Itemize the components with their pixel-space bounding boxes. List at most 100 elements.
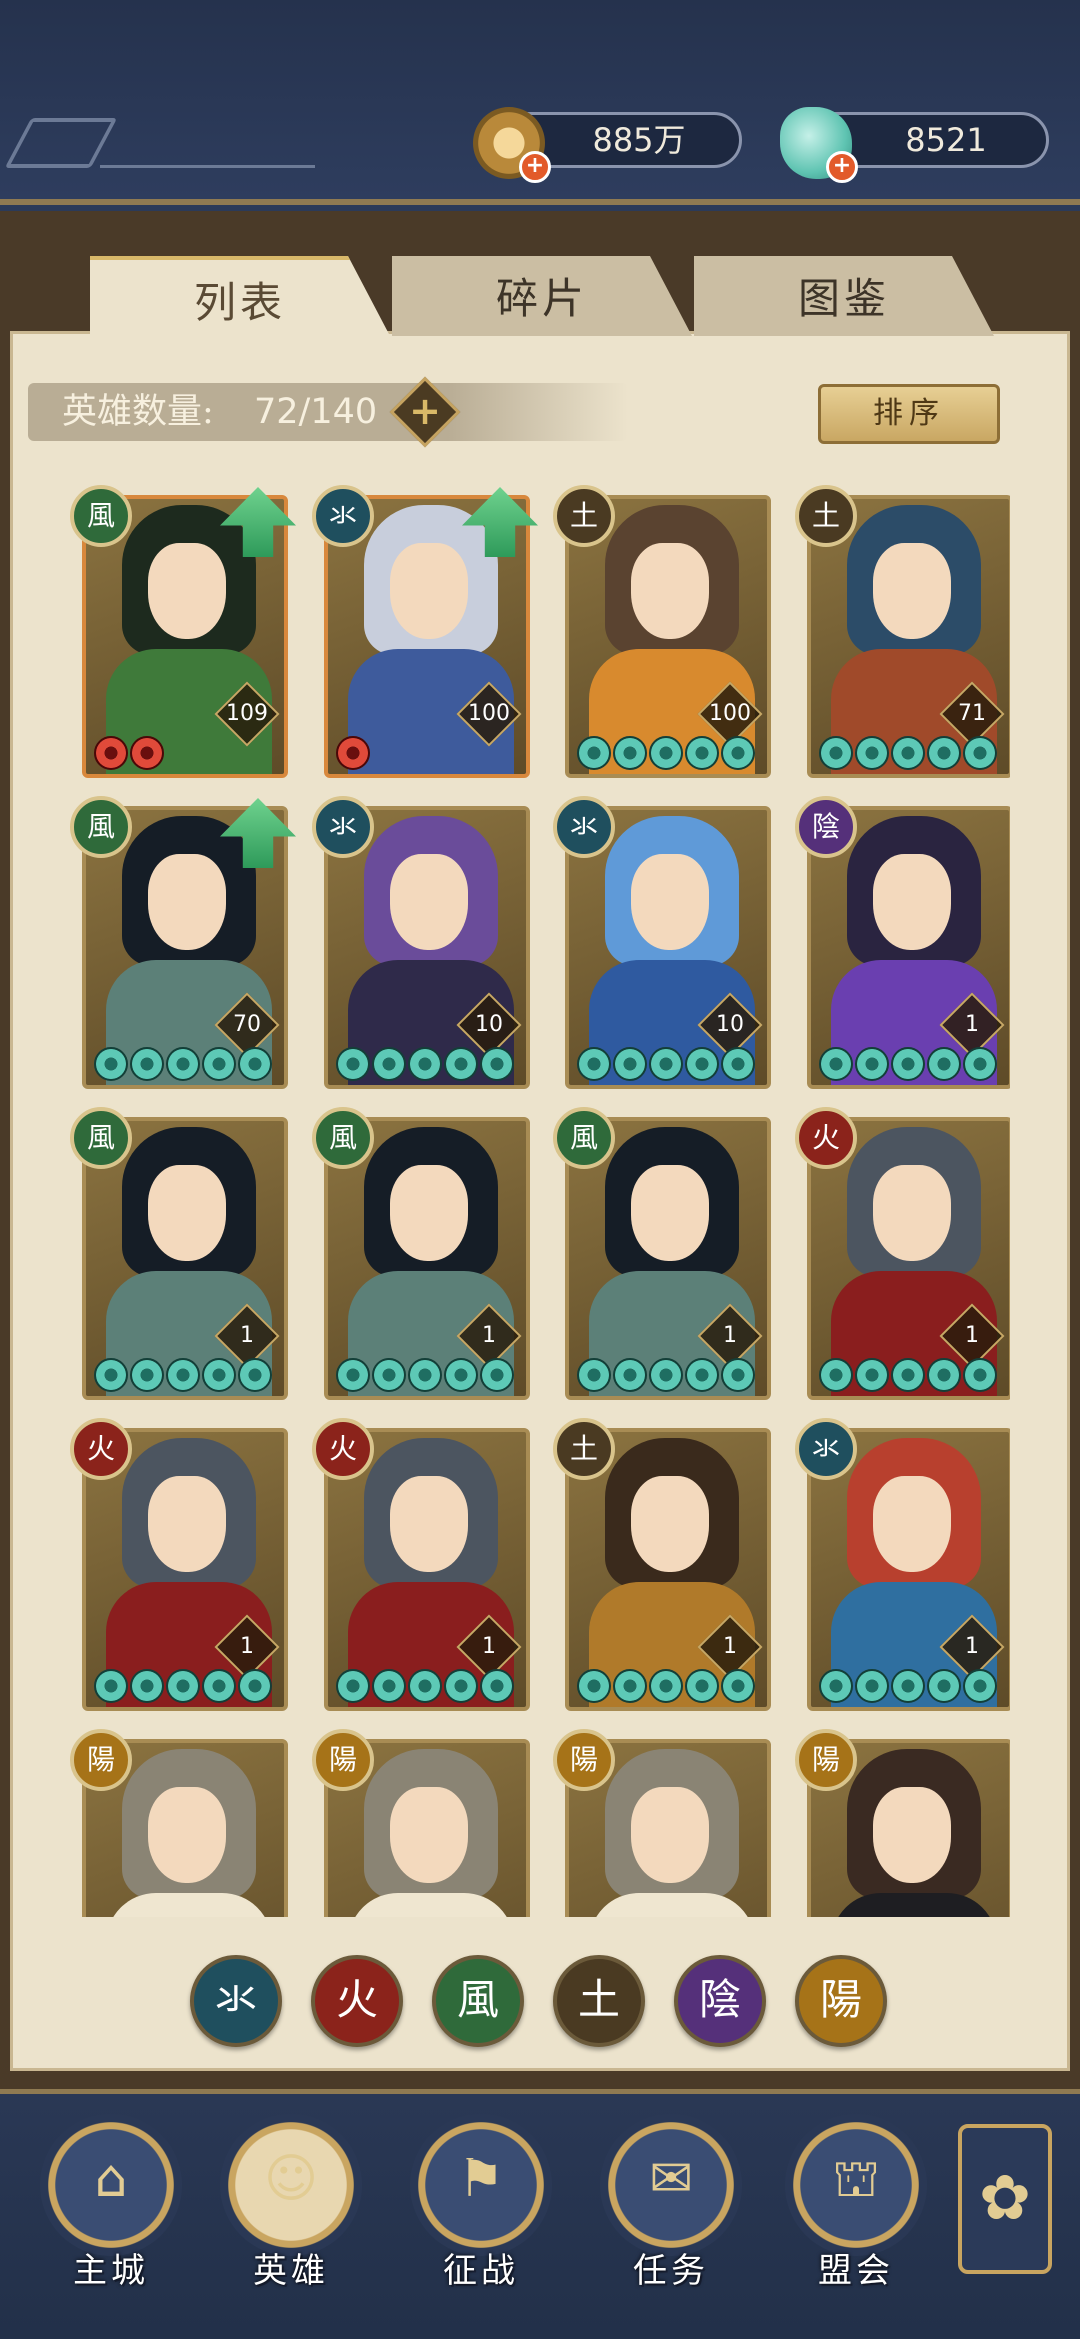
star-bead-icon <box>336 736 370 770</box>
star-bead-icon <box>238 1358 272 1392</box>
filter-wind-button[interactable]: 風 <box>432 1955 524 2047</box>
nav-hero-portrait[interactable]: ☺ 英雄 <box>216 2114 366 2314</box>
element-wind-icon: 風 <box>70 796 132 858</box>
nav-icon-frame: ⛫ <box>785 2114 927 2256</box>
hero-face <box>631 1476 709 1572</box>
star-bead-icon <box>130 1358 164 1392</box>
more-menu-button[interactable]: ✿ <box>958 2124 1052 2274</box>
hero-face <box>148 543 226 639</box>
hero-level: 1 <box>240 1634 254 1659</box>
star-bead-icon <box>819 1047 853 1081</box>
star-bead-icon <box>480 1358 514 1392</box>
element-earth-icon: 土 <box>795 485 857 547</box>
hero-star-rating <box>577 1669 767 1703</box>
star-bead-icon <box>855 1047 889 1081</box>
star-bead-icon <box>649 1358 683 1392</box>
star-bead-icon <box>202 1669 236 1703</box>
star-bead-icon <box>685 1358 719 1392</box>
hero-count-value: 72/140 <box>254 392 378 432</box>
nav-city-gate[interactable]: ⌂ 主城 <box>36 2114 186 2314</box>
hero-level: 1 <box>482 1323 496 1348</box>
top-bar: + 885万 + 8521 <box>0 0 1080 205</box>
hero-level: 1 <box>965 1012 979 1037</box>
star-bead-icon <box>855 1358 889 1392</box>
hero-level: 109 <box>226 701 268 726</box>
hero-level: 10 <box>716 1012 744 1037</box>
star-bead-icon <box>819 736 853 770</box>
hero-face <box>873 1787 951 1883</box>
flower-knot-icon: ✿ <box>979 2161 1031 2234</box>
star-bead-icon <box>721 1047 755 1081</box>
scroll-icon: ✉ <box>649 2149 693 2209</box>
element-wind-icon: 風 <box>70 485 132 547</box>
decorative-knot-icon <box>4 118 118 168</box>
filter-yin-button[interactable]: 陰 <box>674 1955 766 2047</box>
star-bead-icon <box>130 736 164 770</box>
hero-outfit <box>106 1893 272 1917</box>
hero-face <box>631 543 709 639</box>
element-water-icon: 氺 <box>553 796 615 858</box>
filter-water-button[interactable]: 氺 <box>190 1955 282 2047</box>
alliance-hall-icon: ⛫ <box>832 2149 880 2209</box>
nav-label: 征战 <box>443 2251 519 2291</box>
jade-currency[interactable]: + 8521 <box>780 107 1049 183</box>
star-bead-icon <box>927 1358 961 1392</box>
hero-star-rating <box>336 1669 526 1703</box>
star-bead-icon <box>891 1047 925 1081</box>
filter-earth-button[interactable]: 土 <box>553 1955 645 2047</box>
hero-star-rating <box>94 1047 284 1081</box>
tab-fragments[interactable]: 碎片 <box>392 256 692 336</box>
hero-star-rating <box>336 1358 526 1392</box>
gold-currency[interactable]: + 885万 <box>473 107 742 183</box>
star-bead-icon <box>577 1047 611 1081</box>
nav-scroll[interactable]: ✉ 任务 <box>596 2114 746 2314</box>
star-bead-icon <box>408 1047 442 1081</box>
nav-label: 盟会 <box>818 2251 894 2291</box>
bottom-navigation: ✿ ⌂ 主城 ☺ 英雄 ⚑ 征战 ✉ 任务 ⛫ 盟会 <box>0 2089 1080 2339</box>
element-filter-bar: 氺火風土陰陽 <box>190 1955 890 2051</box>
hero-face <box>873 543 951 639</box>
hero-star-rating <box>819 1047 1009 1081</box>
tab-list[interactable]: 列表 <box>90 256 390 336</box>
sort-button[interactable]: 排序 <box>818 384 1000 444</box>
hero-star-rating <box>577 1047 767 1081</box>
hero-level: 10 <box>475 1012 503 1037</box>
star-bead-icon <box>685 1669 719 1703</box>
element-water-icon: 氺 <box>312 796 374 858</box>
hero-face <box>390 543 468 639</box>
hero-face <box>148 1787 226 1883</box>
hero-star-rating <box>577 1358 767 1392</box>
nav-alliance-hall[interactable]: ⛫ 盟会 <box>781 2114 931 2314</box>
element-yang-icon: 陽 <box>795 1729 857 1791</box>
star-bead-icon <box>238 1047 272 1081</box>
war-drum-icon: ⚑ <box>457 2149 505 2209</box>
star-bead-icon <box>94 1358 128 1392</box>
element-fire-icon: 火 <box>70 1418 132 1480</box>
tab-codex[interactable]: 图鉴 <box>694 256 994 336</box>
star-bead-icon <box>963 736 997 770</box>
hero-level: 1 <box>965 1323 979 1348</box>
nav-label: 英雄 <box>253 2251 329 2291</box>
city-gate-icon: ⌂ <box>94 2149 128 2209</box>
nav-war-drum[interactable]: ⚑ 征战 <box>406 2114 556 2314</box>
star-bead-icon <box>408 1669 442 1703</box>
element-yang-icon: 陽 <box>312 1729 374 1791</box>
hero-star-rating <box>819 1669 1009 1703</box>
star-bead-icon <box>372 1047 406 1081</box>
element-water-icon: 氺 <box>795 1418 857 1480</box>
star-bead-icon <box>372 1358 406 1392</box>
hero-outfit <box>348 1893 514 1917</box>
hero-face <box>873 1476 951 1572</box>
star-bead-icon <box>649 736 683 770</box>
hero-outfit <box>589 1893 755 1917</box>
hero-face <box>390 1165 468 1261</box>
star-bead-icon <box>130 1047 164 1081</box>
star-bead-icon <box>166 1358 200 1392</box>
hero-face <box>873 854 951 950</box>
element-fire-icon: 火 <box>312 1418 374 1480</box>
filter-yang-button[interactable]: 陽 <box>795 1955 887 2047</box>
nav-label: 主城 <box>73 2251 149 2291</box>
filter-fire-button[interactable]: 火 <box>311 1955 403 2047</box>
jade-amount: 8521 <box>905 121 987 159</box>
element-water-icon: 氺 <box>312 485 374 547</box>
